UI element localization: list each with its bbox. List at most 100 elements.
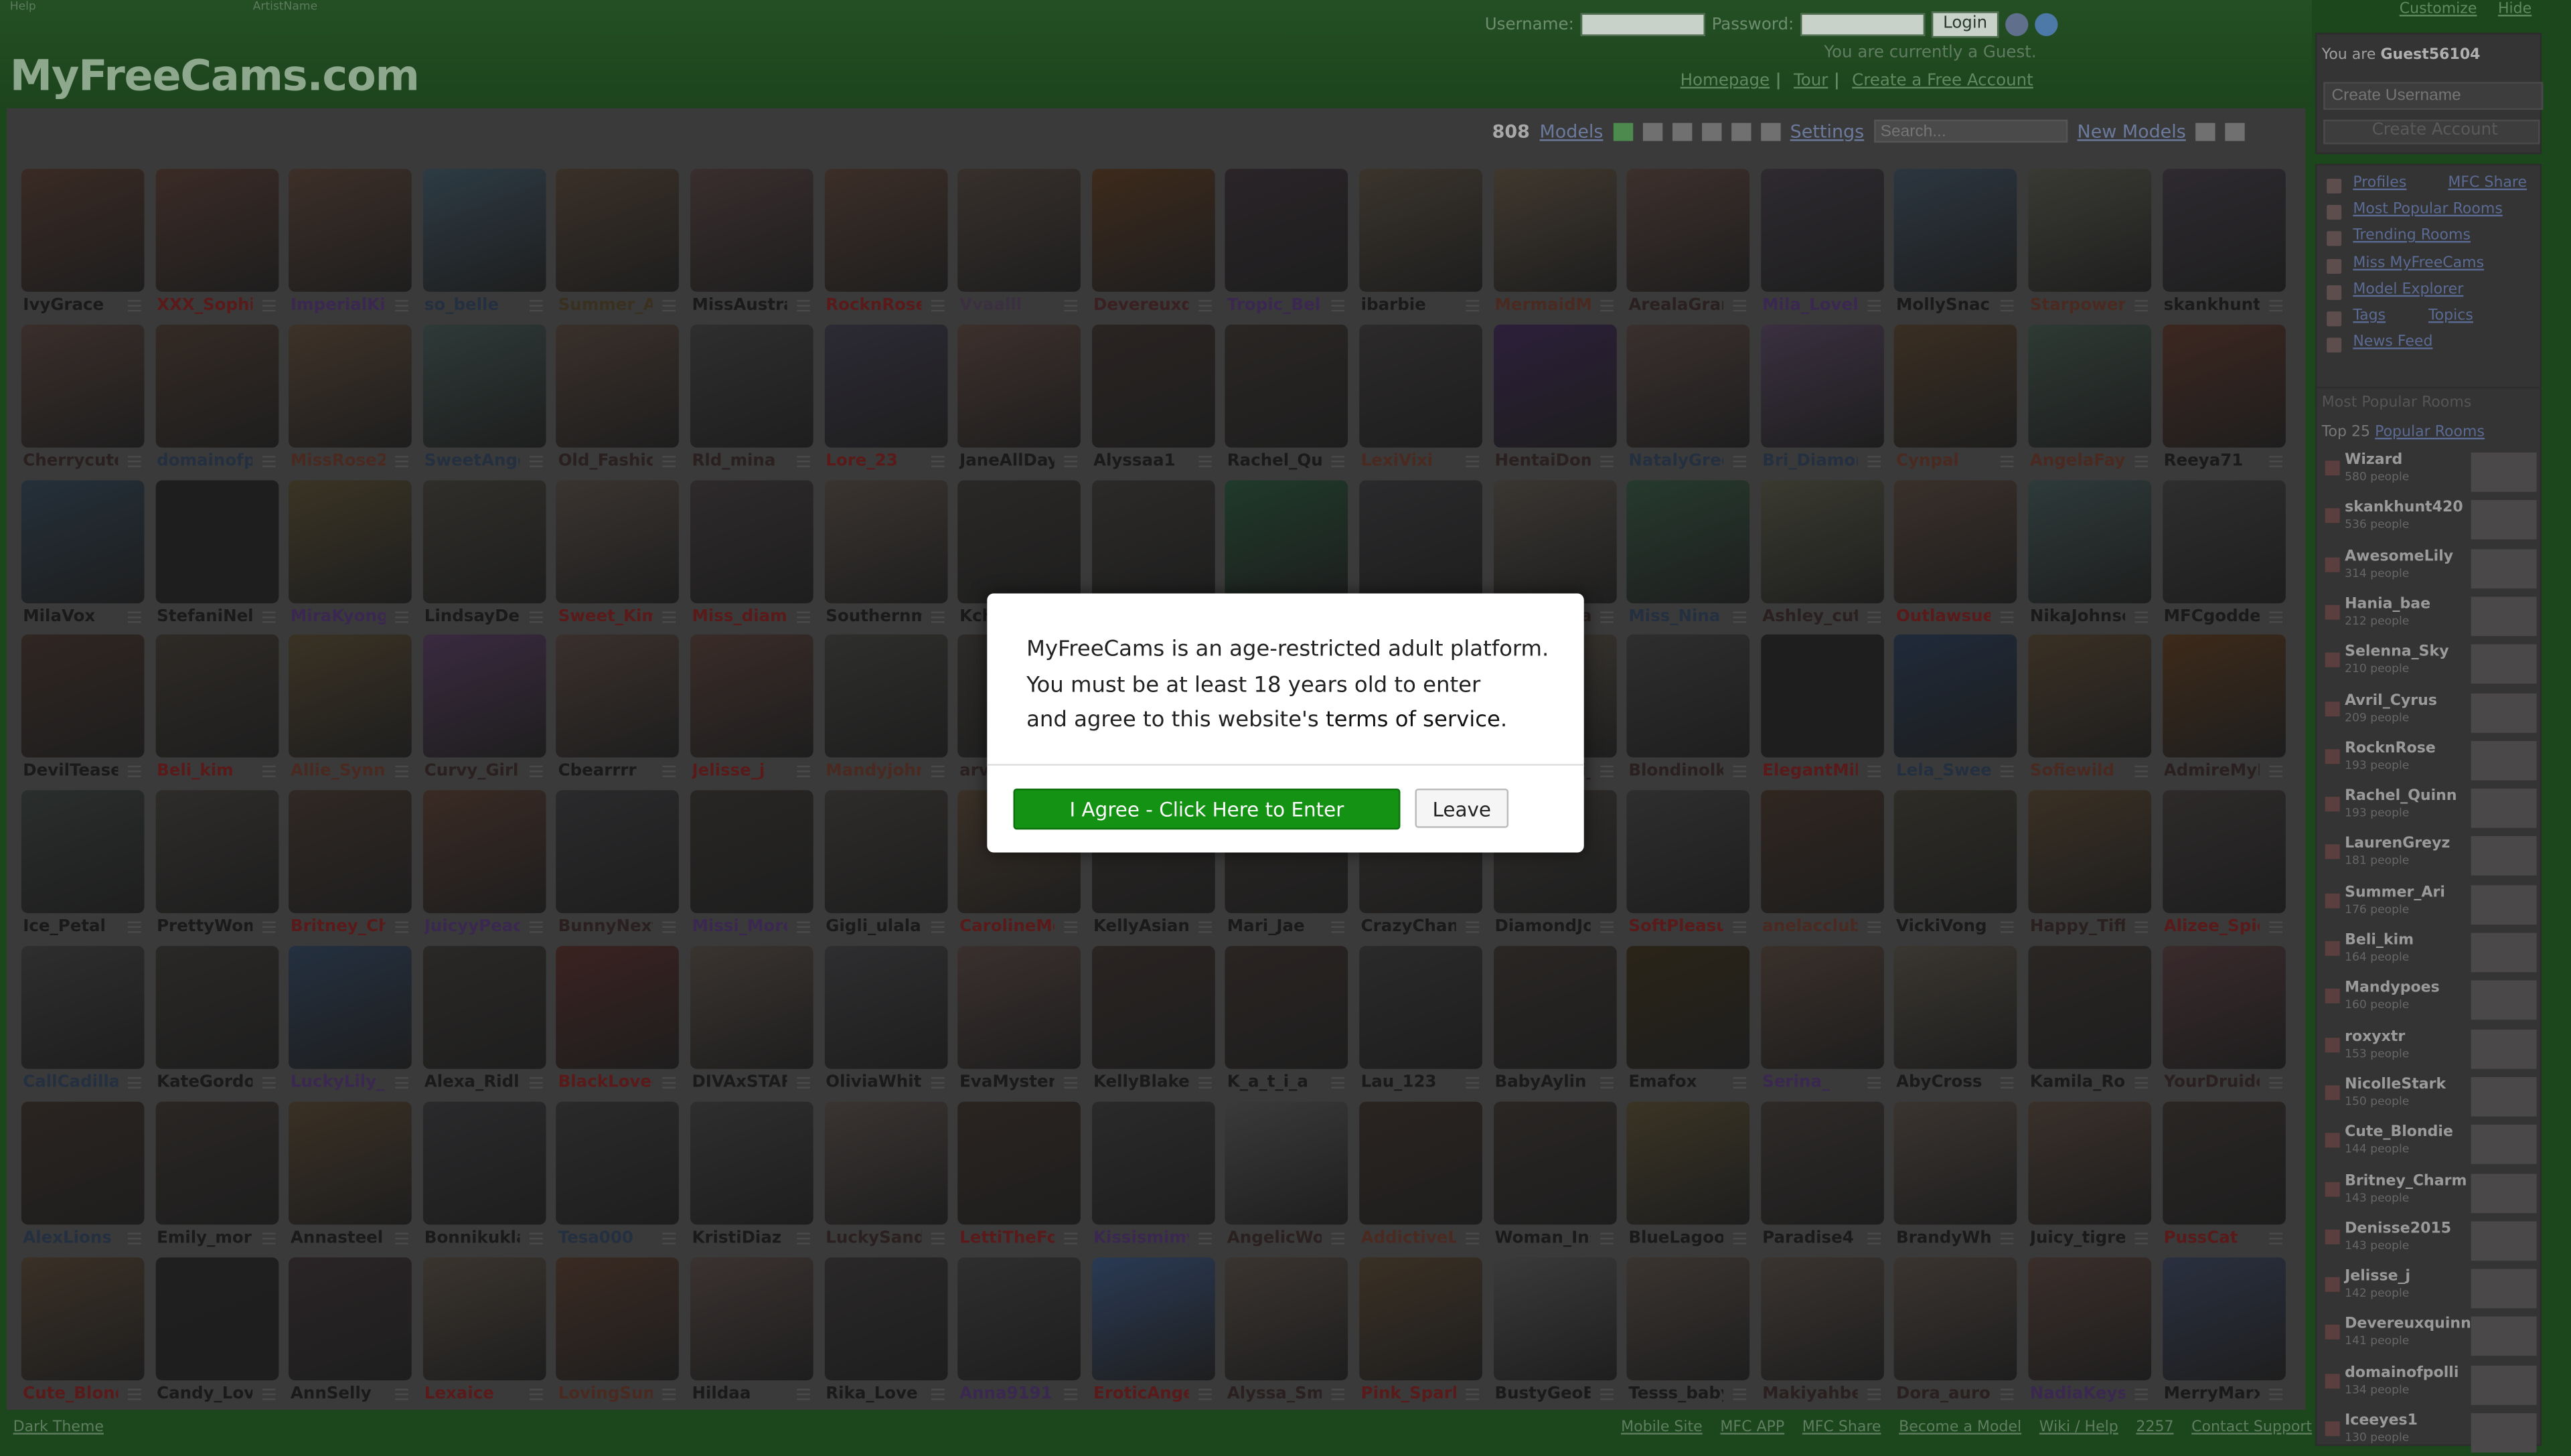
create-username-input[interactable] xyxy=(2323,82,2544,110)
model-menu-icon[interactable] xyxy=(2134,921,2149,933)
model-tile[interactable]: Juicy_tigre xyxy=(2027,1101,2155,1252)
model-menu-icon[interactable] xyxy=(2268,1076,2282,1089)
model-tile[interactable]: NadiaKeys xyxy=(2027,1257,2155,1407)
model-thumbnail[interactable] xyxy=(1359,1101,1482,1224)
model-menu-icon[interactable] xyxy=(261,455,275,467)
model-thumbnail[interactable] xyxy=(1493,324,1616,448)
model-name[interactable]: Blondinolk xyxy=(1628,763,1723,781)
room-name[interactable]: roxyxtr xyxy=(2345,1029,2405,1045)
model-name[interactable]: Bonnikukla xyxy=(424,1229,520,1247)
model-name[interactable]: Lexaice xyxy=(424,1384,520,1402)
model-menu-icon[interactable] xyxy=(261,1388,275,1400)
model-thumbnail[interactable] xyxy=(2162,324,2285,448)
model-name[interactable]: NikaJohnso xyxy=(2030,608,2125,626)
room-thumbnail[interactable] xyxy=(2471,500,2537,540)
model-name[interactable]: AngelicWo xyxy=(1227,1229,1322,1247)
model-thumbnail[interactable] xyxy=(422,169,546,292)
model-menu-icon[interactable] xyxy=(1600,1232,1613,1244)
room-name[interactable]: AwesomeLily xyxy=(2345,548,2453,564)
model-tile[interactable]: DevilTeaser xyxy=(19,635,147,786)
model-tile[interactable]: DIVAxSTAR xyxy=(689,946,817,1097)
model-menu-icon[interactable] xyxy=(663,611,676,623)
model-name[interactable]: CarolineMe xyxy=(959,918,1055,937)
model-thumbnail[interactable] xyxy=(2162,946,2285,1069)
model-tile[interactable]: ElegantMil xyxy=(1759,635,1887,786)
model-thumbnail[interactable] xyxy=(957,169,1081,292)
homepage-link[interactable]: Homepage xyxy=(1681,72,1770,90)
model-menu-icon[interactable] xyxy=(1867,611,1881,623)
model-thumbnail[interactable] xyxy=(422,1257,546,1380)
model-thumbnail[interactable] xyxy=(422,635,546,758)
model-menu-icon[interactable] xyxy=(1867,766,1881,778)
popular-room-row[interactable]: Hania_bae 212 people xyxy=(2317,595,2543,639)
model-name[interactable]: AdmireMyE xyxy=(2164,763,2259,781)
model-tile[interactable]: JuicyyPeacl xyxy=(421,790,549,941)
tile-view-icon[interactable] xyxy=(1731,122,1751,141)
model-tile[interactable]: anelacclub xyxy=(1759,790,1887,941)
model-menu-icon[interactable] xyxy=(2268,1232,2282,1244)
model-tile[interactable]: Bri_Diamon xyxy=(1759,324,1887,475)
model-thumbnail[interactable] xyxy=(957,324,1081,448)
model-thumbnail[interactable] xyxy=(556,479,680,603)
model-name[interactable]: Lore_23 xyxy=(826,452,921,470)
model-menu-icon[interactable] xyxy=(1733,300,1747,312)
model-tile[interactable]: AngelicWo xyxy=(1224,1101,1352,1252)
model-thumbnail[interactable] xyxy=(2162,169,2285,292)
model-tile[interactable]: VickiVong xyxy=(1893,790,2021,941)
model-tile[interactable]: AngelaFayc xyxy=(2027,324,2155,475)
model-menu-icon[interactable] xyxy=(529,766,543,778)
model-tile[interactable]: Starpower xyxy=(2027,169,2155,319)
room-name[interactable]: NicolleStark xyxy=(2345,1077,2446,1093)
model-menu-icon[interactable] xyxy=(797,921,810,933)
model-tile[interactable]: ibarbie xyxy=(1358,169,1486,319)
model-thumbnail[interactable] xyxy=(824,324,947,448)
model-tile[interactable]: ImperialKis xyxy=(287,169,415,319)
model-menu-icon[interactable] xyxy=(1600,300,1613,312)
model-thumbnail[interactable] xyxy=(690,946,813,1069)
model-thumbnail[interactable] xyxy=(824,479,947,603)
popular-room-row[interactable]: AwesomeLily 314 people xyxy=(2317,547,2543,591)
model-thumbnail[interactable] xyxy=(556,169,680,292)
model-menu-icon[interactable] xyxy=(395,921,409,933)
model-name[interactable]: KellyBlake xyxy=(1093,1074,1188,1092)
model-tile[interactable]: domainofp xyxy=(153,324,281,475)
model-name[interactable]: AddictiveLo xyxy=(1361,1229,1456,1247)
footer-link-share[interactable]: MFC Share xyxy=(1802,1420,1881,1436)
model-name[interactable]: Devereuxq xyxy=(1093,297,1188,315)
model-thumbnail[interactable] xyxy=(1760,1257,1884,1380)
model-name[interactable]: NadiaKeys xyxy=(2030,1384,2125,1402)
model-tile[interactable]: Jelisse_j xyxy=(689,635,817,786)
model-thumbnail[interactable] xyxy=(957,479,1081,603)
model-menu-icon[interactable] xyxy=(663,766,676,778)
room-name[interactable]: skankhunt420 xyxy=(2345,501,2463,517)
model-menu-icon[interactable] xyxy=(1867,1076,1881,1089)
model-name[interactable]: DIVAxSTAR xyxy=(692,1074,787,1092)
model-name[interactable]: Allie_Synn xyxy=(291,763,386,781)
model-name[interactable]: CallCadillac xyxy=(23,1074,118,1092)
popular-room-row[interactable]: Rachel_Quinn 193 people xyxy=(2317,787,2543,831)
model-tile[interactable]: Summer_A xyxy=(555,169,683,319)
model-name[interactable]: KristiDiaz xyxy=(692,1229,787,1247)
room-thumbnail[interactable] xyxy=(2471,1076,2537,1117)
model-thumbnail[interactable] xyxy=(1760,635,1884,758)
model-name[interactable]: Mandyjohns xyxy=(826,763,921,781)
model-thumbnail[interactable] xyxy=(2162,479,2285,603)
model-tile[interactable]: Candy_Lov xyxy=(153,1257,281,1407)
model-thumbnail[interactable] xyxy=(556,635,680,758)
model-thumbnail[interactable] xyxy=(1091,479,1215,603)
model-tile[interactable]: Pink_Spark xyxy=(1358,1257,1486,1407)
room-name[interactable]: domainofpolli xyxy=(2345,1365,2459,1381)
model-thumbnail[interactable] xyxy=(1091,946,1215,1069)
model-menu-icon[interactable] xyxy=(1600,1388,1613,1400)
model-name[interactable]: Jelisse_j xyxy=(692,763,787,781)
model-tile[interactable]: Hildaa xyxy=(689,1257,817,1407)
model-name[interactable]: Bri_Diamon xyxy=(1762,452,1857,470)
footer-link-become-model[interactable]: Become a Model xyxy=(1899,1420,2021,1436)
model-menu-icon[interactable] xyxy=(1733,1388,1747,1400)
room-thumbnail[interactable] xyxy=(2471,1317,2537,1357)
model-name[interactable]: Sweet_Kim xyxy=(558,608,653,626)
model-menu-icon[interactable] xyxy=(1064,1076,1078,1089)
model-menu-icon[interactable] xyxy=(663,921,676,933)
model-tile[interactable]: Tesa000 xyxy=(555,1101,683,1252)
model-menu-icon[interactable] xyxy=(1332,300,1346,312)
